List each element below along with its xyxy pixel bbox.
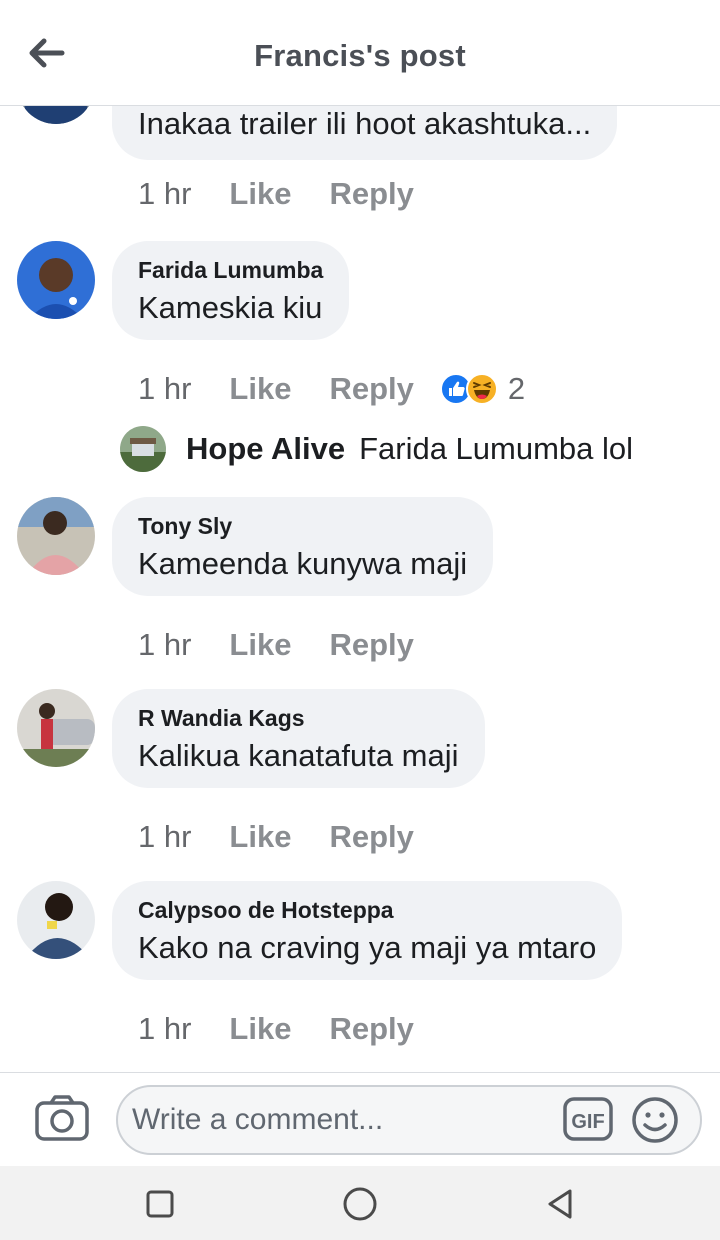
reply-button[interactable]: Reply: [329, 627, 413, 663]
comment-actions: 1 hr Like Reply 2: [138, 371, 525, 407]
system-nav-bar: [0, 1166, 720, 1240]
comment-time: 1 hr: [138, 1011, 192, 1046]
comment-text: Inakaa trailer ili hoot akashtuka...: [138, 106, 592, 141]
comment-text: Kako na craving ya maji ya mtaro: [138, 930, 597, 965]
comment-bubble[interactable]: Calypsoo de Hotsteppa Kako na craving ya…: [112, 881, 623, 980]
reply-button[interactable]: Reply: [329, 371, 413, 407]
avatar[interactable]: [17, 881, 95, 959]
commenter-name[interactable]: Tony Sly: [138, 513, 467, 540]
commenter-name[interactable]: R Wandia Kags: [138, 705, 459, 732]
avatar[interactable]: [17, 241, 95, 319]
comment-actions: 1 hr Like Reply: [138, 819, 452, 855]
comment-bubble[interactable]: R Wandia Kags Kalikua kanatafuta maji: [112, 689, 485, 788]
reply-avatar: [120, 426, 166, 472]
comment-time: 1 hr: [138, 371, 192, 406]
comment-time: 1 hr: [138, 176, 192, 211]
reply-text: Farida Lumumba lol: [359, 431, 634, 466]
recent-apps-icon[interactable]: [140, 1184, 180, 1224]
like-button[interactable]: Like: [229, 819, 291, 855]
reaction-summary[interactable]: 2: [439, 371, 526, 407]
page-title: Francis's post: [254, 38, 466, 73]
comment-actions: 1 hr Like Reply: [138, 1011, 452, 1047]
comment-actions: 1 hr Like Reply: [138, 176, 452, 212]
top-app-bar: Francis's post: [0, 0, 720, 106]
comment-bubble[interactable]: Tony Sly Kameenda kunywa maji: [112, 497, 494, 596]
comment-time: 1 hr: [138, 627, 192, 662]
haha-reaction-icon: [465, 373, 498, 405]
gif-label: GIF: [571, 1111, 604, 1133]
comment-text: Kameenda kunywa maji: [138, 546, 468, 581]
comment-input[interactable]: [116, 1085, 702, 1155]
home-icon[interactable]: [340, 1184, 380, 1224]
commenter-name[interactable]: Farida Lumumba: [138, 257, 323, 284]
like-button[interactable]: Like: [229, 176, 291, 212]
back-nav-icon[interactable]: [540, 1184, 580, 1224]
comments-list[interactable]: Inakaa trailer ili hoot akashtuka... 1 h…: [0, 106, 720, 1072]
comment-text: Kameskia kiu: [138, 290, 323, 325]
comment-bubble[interactable]: Farida Lumumba Kameskia kiu: [112, 241, 350, 340]
like-button[interactable]: Like: [229, 371, 291, 407]
comment-text: Kalikua kanatafuta maji: [138, 738, 459, 773]
like-button[interactable]: Like: [229, 1011, 291, 1047]
avatar[interactable]: [17, 689, 95, 767]
avatar[interactable]: [17, 497, 95, 575]
comment-actions: 1 hr Like Reply: [138, 627, 452, 663]
comment-bubble[interactable]: Inakaa trailer ili hoot akashtuka...: [112, 106, 618, 160]
avatar[interactable]: [17, 106, 95, 124]
commenter-name[interactable]: Calypsoo de Hotsteppa: [138, 897, 596, 924]
reply-preview[interactable]: Hope Alive Farida Lumumba lol: [120, 426, 633, 472]
camera-icon[interactable]: [34, 1093, 90, 1143]
emoji-icon[interactable]: [630, 1095, 680, 1145]
reply-author[interactable]: Hope Alive: [186, 431, 345, 467]
comment-composer: GIF: [0, 1072, 720, 1166]
like-button[interactable]: Like: [229, 627, 291, 663]
reply-button[interactable]: Reply: [329, 176, 413, 212]
comment-time: 1 hr: [138, 819, 192, 854]
reply-button[interactable]: Reply: [329, 1011, 413, 1047]
reaction-count: 2: [507, 371, 526, 406]
reply-button[interactable]: Reply: [329, 819, 413, 855]
gif-icon[interactable]: GIF: [562, 1095, 614, 1145]
